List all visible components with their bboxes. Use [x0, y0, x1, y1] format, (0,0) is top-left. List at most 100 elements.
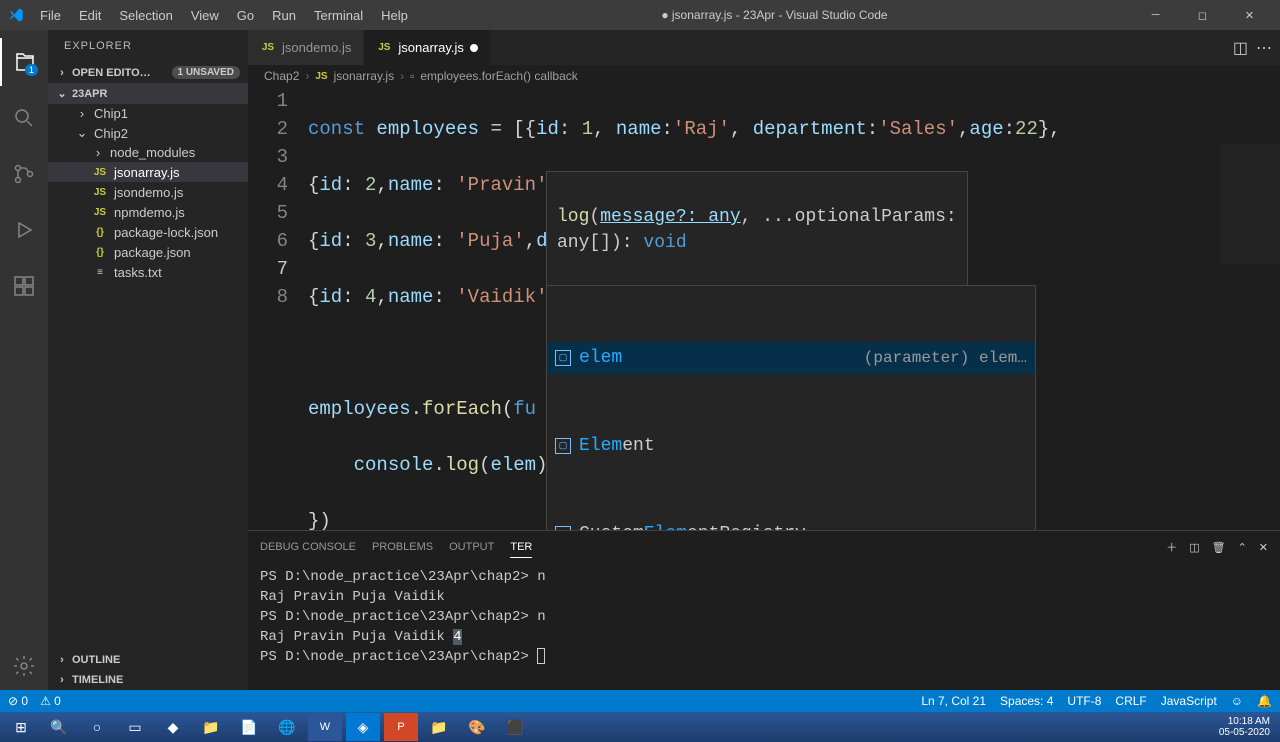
extensions-icon[interactable]: [0, 262, 48, 310]
more-actions-icon[interactable]: ⋯: [1256, 38, 1272, 58]
panel-tab-output[interactable]: OUTPUT: [449, 537, 494, 557]
status-feedback-icon[interactable]: ☺: [1231, 694, 1243, 708]
editor-area: JSjsondemo.js JSjsonarray.js ◫ ⋯ Chap2› …: [248, 30, 1280, 690]
maximize-button[interactable]: ◻: [1180, 1, 1225, 29]
autocomplete-item[interactable]: ▢Element: [547, 430, 1035, 462]
folder-node-modules[interactable]: ›node_modules: [48, 143, 248, 162]
open-editors-header[interactable]: › OPEN EDITO… 1 UNSAVED: [48, 62, 248, 83]
taskbar-app[interactable]: ⬛: [498, 713, 532, 741]
taskbar-app[interactable]: ◆: [156, 713, 190, 741]
new-terminal-icon[interactable]: ＋: [1166, 539, 1177, 555]
file-package-lock[interactable]: {}package-lock.json: [48, 222, 248, 242]
minimize-button[interactable]: ─: [1133, 1, 1178, 29]
search-taskbar-icon[interactable]: 🔍: [42, 713, 76, 741]
file-label: package.json: [114, 245, 191, 260]
timeline-label: TIMELINE: [72, 674, 123, 686]
signature-help-popup: log(message?: any, ...optionalParams:any…: [546, 171, 968, 289]
menu-run[interactable]: Run: [264, 4, 304, 27]
maximize-panel-icon[interactable]: ⌃: [1238, 541, 1247, 554]
timeline-header[interactable]: ›TIMELINE: [48, 670, 248, 690]
folder-chip2[interactable]: ⌄Chip2: [48, 123, 248, 143]
terminal[interactable]: PS D:\node_practice\23Apr\chap2> n Raj P…: [248, 563, 1280, 690]
breadcrumb-item[interactable]: jsonarray.js: [334, 69, 394, 83]
status-encoding[interactable]: UTF-8: [1067, 694, 1101, 708]
panel-tab-terminal[interactable]: TER: [510, 537, 532, 558]
bottom-panel: DEBUG CONSOLE PROBLEMS OUTPUT TER ＋ ◫ 🗑 …: [248, 530, 1280, 690]
settings-gear-icon[interactable]: [0, 642, 48, 690]
source-control-icon[interactable]: [0, 150, 48, 198]
folder-label: Chip1: [94, 106, 128, 121]
explorer-sidebar: EXPLORER › OPEN EDITO… 1 UNSAVED ⌄ 23APR…: [48, 30, 248, 690]
menu-terminal[interactable]: Terminal: [306, 4, 371, 27]
breadcrumb-item[interactable]: employees.forEach() callback: [420, 69, 577, 83]
menu-file[interactable]: File: [32, 4, 69, 27]
menu-go[interactable]: Go: [229, 4, 262, 27]
menu-edit[interactable]: Edit: [71, 4, 109, 27]
minimap[interactable]: [1220, 144, 1280, 264]
activity-bar: 1: [0, 30, 48, 690]
outline-header[interactable]: › OUTLINE: [48, 650, 248, 670]
taskbar-vscode[interactable]: ◈: [346, 713, 380, 741]
windows-taskbar: ⊞ 🔍 ○ ▭ ◆ 📁 📄 🌐 W ◈ P 📁 🎨 ⬛ 10:18 AM05-0…: [0, 712, 1280, 742]
file-jsondemo[interactable]: JSjsondemo.js: [48, 182, 248, 202]
dirty-indicator-icon: [470, 44, 478, 52]
close-panel-icon[interactable]: ✕: [1259, 541, 1268, 554]
file-npmdemo[interactable]: JSnpmdemo.js: [48, 202, 248, 222]
search-icon[interactable]: [0, 94, 48, 142]
js-file-icon: JS: [376, 40, 392, 56]
breadcrumb-item[interactable]: Chap2: [264, 69, 299, 83]
file-label: npmdemo.js: [114, 205, 185, 220]
task-view-icon[interactable]: ▭: [118, 713, 152, 741]
taskbar-chrome[interactable]: 🌐: [270, 713, 304, 741]
file-package[interactable]: {}package.json: [48, 242, 248, 262]
menu-help[interactable]: Help: [373, 4, 416, 27]
tab-jsondemo[interactable]: JSjsondemo.js: [248, 30, 364, 65]
kill-terminal-icon[interactable]: 🗑: [1212, 541, 1226, 554]
root-folder-header[interactable]: ⌄ 23APR: [48, 83, 248, 104]
run-debug-icon[interactable]: [0, 206, 48, 254]
file-jsonarray[interactable]: JSjsonarray.js: [48, 162, 248, 182]
code-editor[interactable]: 12345678 const employees = [{id: 1, name…: [248, 87, 1280, 530]
system-clock[interactable]: 10:18 AM05-05-2020: [1219, 716, 1276, 738]
chevron-right-icon: ›: [56, 654, 68, 666]
status-errors[interactable]: ⊘ 0: [8, 694, 28, 708]
tab-jsonarray[interactable]: JSjsonarray.js: [364, 30, 491, 65]
status-language[interactable]: JavaScript: [1161, 694, 1217, 708]
breadcrumb[interactable]: Chap2› JSjsonarray.js› ▫employees.forEac…: [248, 65, 1280, 87]
autocomplete-item[interactable]: ▢elem(parameter) elem…: [547, 342, 1035, 374]
file-tree: ›Chip1 ⌄Chip2 ›node_modules JSjsonarray.…: [48, 104, 248, 282]
menu-selection[interactable]: Selection: [111, 4, 180, 27]
status-spaces[interactable]: Spaces: 4: [1000, 694, 1053, 708]
panel-tab-debug[interactable]: DEBUG CONSOLE: [260, 537, 356, 557]
taskbar-word[interactable]: W: [308, 713, 342, 741]
variable-icon: ▢: [555, 526, 571, 530]
status-eol[interactable]: CRLF: [1115, 694, 1146, 708]
code-content[interactable]: const employees = [{id: 1, name:'Raj', d…: [308, 87, 1280, 530]
status-bell-icon[interactable]: 🔔: [1257, 694, 1272, 708]
taskbar-powerpoint[interactable]: P: [384, 713, 418, 741]
autocomplete-popup[interactable]: ▢elem(parameter) elem… ▢Element ▢CustomE…: [546, 285, 1036, 530]
split-terminal-icon[interactable]: ◫: [1189, 541, 1199, 554]
cortana-icon[interactable]: ○: [80, 713, 114, 741]
taskbar-app[interactable]: 📁: [194, 713, 228, 741]
file-tasks[interactable]: ≡tasks.txt: [48, 262, 248, 282]
js-file-icon: JS: [260, 40, 276, 56]
taskbar-explorer[interactable]: 📁: [422, 713, 456, 741]
folder-chip1[interactable]: ›Chip1: [48, 104, 248, 123]
panel-tab-problems[interactable]: PROBLEMS: [372, 537, 433, 557]
variable-icon: ▢: [555, 350, 571, 366]
status-bar: ⊘ 0 ⚠ 0 Ln 7, Col 21 Spaces: 4 UTF-8 CRL…: [0, 690, 1280, 712]
autocomplete-item[interactable]: ▢CustomElementRegistry: [547, 518, 1035, 530]
split-editor-icon[interactable]: ◫: [1233, 38, 1248, 58]
explorer-icon[interactable]: 1: [0, 38, 48, 86]
close-button[interactable]: ✕: [1227, 1, 1272, 29]
status-warnings[interactable]: ⚠ 0: [40, 694, 61, 708]
start-button[interactable]: ⊞: [4, 713, 38, 741]
outline-label: OUTLINE: [72, 654, 120, 666]
status-cursor[interactable]: Ln 7, Col 21: [921, 694, 986, 708]
taskbar-app[interactable]: 📄: [232, 713, 266, 741]
taskbar-app[interactable]: 🎨: [460, 713, 494, 741]
menu-view[interactable]: View: [183, 4, 227, 27]
chevron-right-icon: ›: [92, 145, 104, 160]
text-file-icon: ≡: [92, 264, 108, 280]
